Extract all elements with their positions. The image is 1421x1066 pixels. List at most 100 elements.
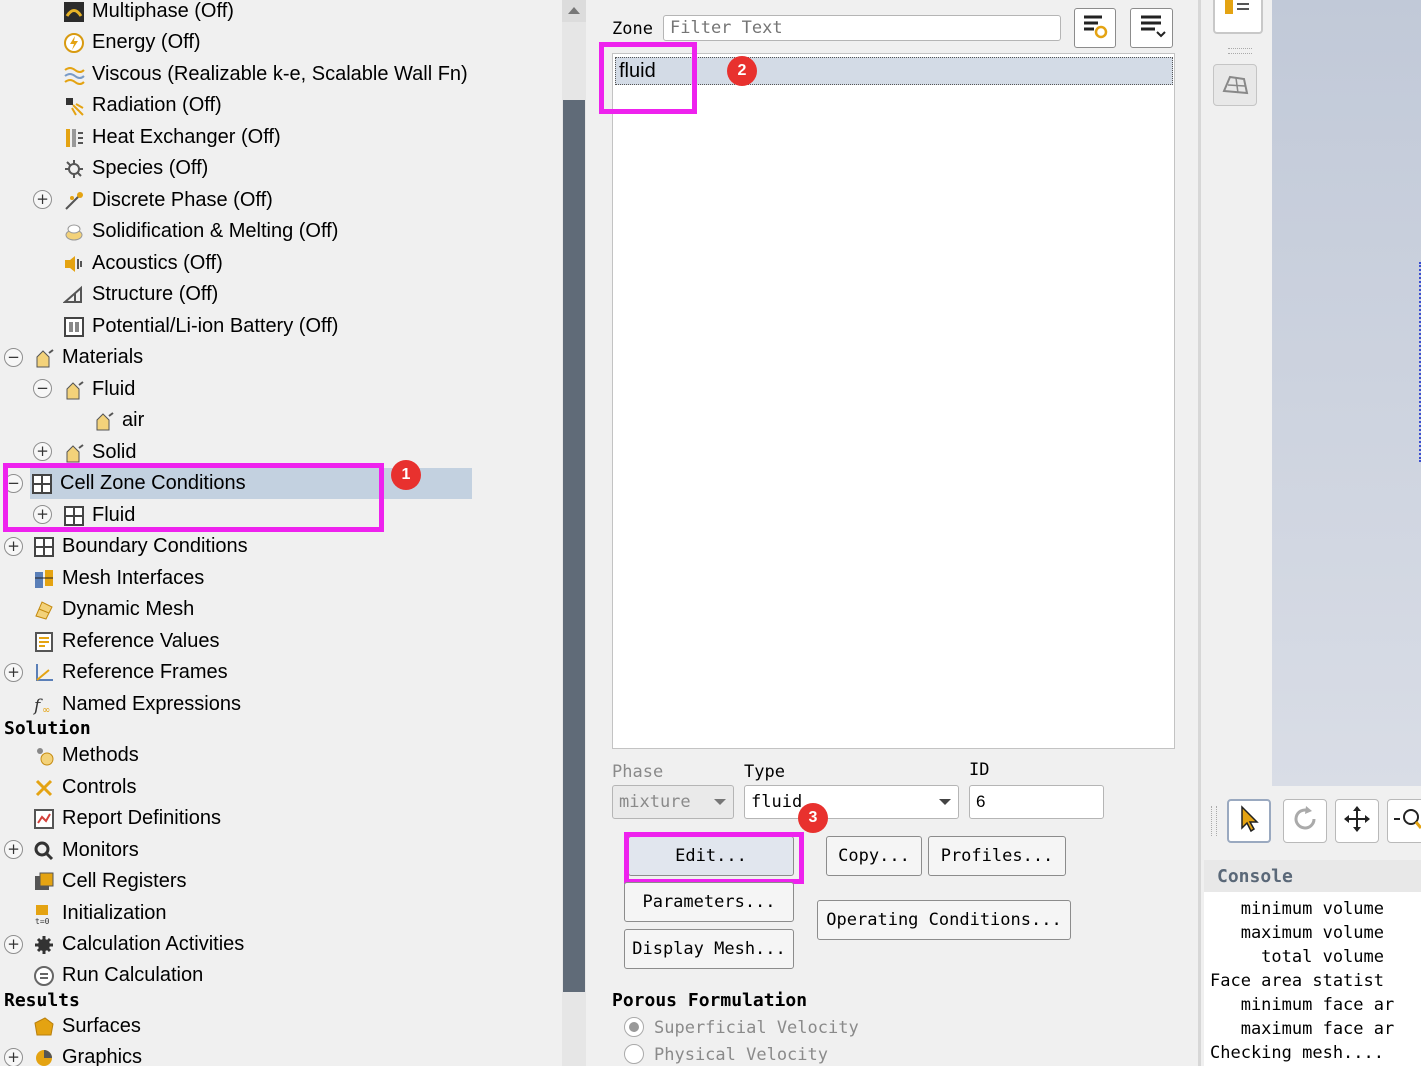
expand-icon[interactable]: + <box>4 1048 23 1066</box>
expand-icon[interactable]: + <box>4 935 23 954</box>
panel-splitter[interactable] <box>1198 0 1201 1066</box>
list-options-button[interactable] <box>1130 8 1173 48</box>
expand-icon[interactable]: + <box>33 190 52 209</box>
collapse-icon[interactable]: − <box>33 379 52 398</box>
zoom-button[interactable] <box>1387 799 1421 843</box>
materials-icon <box>92 409 116 433</box>
expand-icon[interactable]: + <box>4 663 23 682</box>
zone-label: Zone <box>612 19 653 39</box>
initialization-icon: t=0 <box>32 902 56 926</box>
tree-item-acoustics[interactable]: Acoustics (Off) <box>62 248 223 279</box>
phase-value: mixture <box>619 792 691 812</box>
energy-icon <box>62 31 86 55</box>
mesh-view-icon <box>1214 75 1256 109</box>
pan-arrows-icon <box>1342 804 1372 839</box>
layout-button[interactable] <box>1213 0 1263 34</box>
console-title: Console <box>1204 860 1421 892</box>
tree-item-cell-registers[interactable]: Cell Registers <box>32 866 186 897</box>
operating-conditions-button[interactable]: Operating Conditions... <box>817 900 1071 940</box>
structure-icon <box>62 283 86 307</box>
chevron-down-icon <box>713 792 727 812</box>
tree-item-report-definitions[interactable]: Report Definitions <box>32 803 221 834</box>
tree-item-materials-fluid[interactable]: Fluid <box>62 374 135 405</box>
tree-item-viscous[interactable]: Viscous (Realizable k-e, Scalable Wall F… <box>62 59 468 90</box>
expand-icon[interactable]: + <box>33 505 52 524</box>
zone-filter-input[interactable] <box>663 15 1061 41</box>
select-pointer-button[interactable] <box>1227 799 1271 843</box>
tree-item-dynamic-mesh[interactable]: Dynamic Mesh <box>32 594 194 625</box>
type-dropdown[interactable]: fluid <box>744 785 959 819</box>
tree-item-heat-exchanger[interactable]: Heat Exchanger (Off) <box>62 122 281 153</box>
tree-item-boundary-conditions[interactable]: Boundary Conditions <box>32 531 248 562</box>
battery-icon <box>62 315 86 339</box>
id-field[interactable]: 6 <box>969 785 1104 819</box>
section-solution: Solution <box>4 718 91 739</box>
tree-item-materials[interactable]: Materials <box>32 342 143 373</box>
toolbar-grip <box>1211 806 1217 836</box>
tree-item-structure[interactable]: Structure (Off) <box>62 279 218 310</box>
tree-item-controls[interactable]: Controls <box>32 772 136 803</box>
materials-icon <box>32 346 56 370</box>
tree-item-discrete-phase[interactable]: Discrete Phase (Off) <box>62 185 273 216</box>
outline-tree: Multiphase (Off) Energy (Off) Viscous (R… <box>0 0 562 1066</box>
profiles-button[interactable]: Profiles... <box>928 836 1066 876</box>
tree-item-materials-solid[interactable]: Solid <box>62 437 136 468</box>
expand-icon[interactable]: + <box>33 442 52 461</box>
edit-button[interactable]: Edit... <box>628 836 794 876</box>
radiation-icon <box>62 94 86 118</box>
filter-options-button[interactable] <box>1074 8 1116 48</box>
svg-text:∞: ∞ <box>42 705 50 716</box>
expand-icon[interactable]: + <box>4 840 23 859</box>
cell-registers-icon <box>32 870 56 894</box>
tree-item-mesh-interfaces[interactable]: Mesh Interfaces <box>32 563 204 594</box>
zone-list-item-selected[interactable] <box>615 57 1173 85</box>
tree-item-reference-values[interactable]: Reference Values <box>32 626 220 657</box>
tree-item-graphics[interactable]: Graphics <box>32 1042 142 1066</box>
tree-item-surfaces[interactable]: Surfaces <box>32 1011 141 1042</box>
graphics-window[interactable] <box>1272 0 1421 786</box>
console-line: maximum face ar <box>1210 1019 1395 1039</box>
chevron-down-icon <box>938 792 952 812</box>
tree-item-reference-frames[interactable]: Reference Frames <box>32 657 228 688</box>
tree-item-species[interactable]: Species (Off) <box>62 153 208 184</box>
expand-icon[interactable]: + <box>4 537 23 556</box>
tree-item-air[interactable]: air <box>92 405 144 436</box>
tree-item-named-expressions[interactable]: f ∞ Named Expressions <box>32 689 241 720</box>
tree-item-solidification[interactable]: Solidification & Melting (Off) <box>62 216 338 247</box>
tree-item-methods[interactable]: Methods <box>32 740 139 771</box>
run-calculation-icon <box>32 964 56 988</box>
id-label: ID <box>969 760 990 780</box>
rotate-icon <box>1290 804 1320 839</box>
tree-item-calculation-activities[interactable]: Calculation Activities <box>32 929 244 960</box>
display-mesh-button[interactable]: Display Mesh... <box>624 929 794 969</box>
console-line: minimum face ar <box>1210 995 1395 1015</box>
collapse-icon[interactable]: − <box>4 474 23 493</box>
pan-button[interactable] <box>1335 799 1379 843</box>
tree-item-multiphase[interactable]: Multiphase (Off) <box>62 0 234 27</box>
tree-scrollbar-thumb[interactable] <box>563 100 585 992</box>
tree-item-cell-zone-fluid[interactable]: Fluid <box>62 500 135 531</box>
tree-item-energy[interactable]: Energy (Off) <box>62 27 201 58</box>
zone-list[interactable] <box>612 53 1175 749</box>
tree-item-initialization[interactable]: t=0 Initialization <box>32 898 167 929</box>
mesh-view-button[interactable] <box>1213 64 1257 106</box>
zone-list-item-label: fluid <box>619 60 656 82</box>
graphics-icon <box>32 1046 56 1066</box>
zoom-out-icon <box>1392 804 1421 839</box>
graphics-side-toolbar <box>1202 0 1272 790</box>
console-line: maximum volume <box>1210 923 1384 943</box>
superficial-velocity-label: Superficial Velocity <box>654 1018 859 1038</box>
scroll-up-arrow-icon[interactable] <box>562 0 586 22</box>
parameters-button[interactable]: Parameters... <box>624 882 794 922</box>
collapse-icon[interactable]: − <box>4 348 23 367</box>
tree-item-monitors[interactable]: Monitors <box>32 835 139 866</box>
copy-button[interactable]: Copy... <box>826 836 922 876</box>
tree-item-battery[interactable]: Potential/Li-ion Battery (Off) <box>62 311 338 342</box>
mesh-interfaces-icon <box>32 567 56 591</box>
rotate-button[interactable] <box>1283 799 1327 843</box>
tree-item-run-calculation[interactable]: Run Calculation <box>32 960 203 991</box>
tree-item-radiation[interactable]: Radiation (Off) <box>62 90 222 121</box>
monitor-magnifier-icon <box>32 839 56 863</box>
superficial-velocity-radio <box>624 1017 644 1037</box>
grid-icon <box>30 472 54 496</box>
